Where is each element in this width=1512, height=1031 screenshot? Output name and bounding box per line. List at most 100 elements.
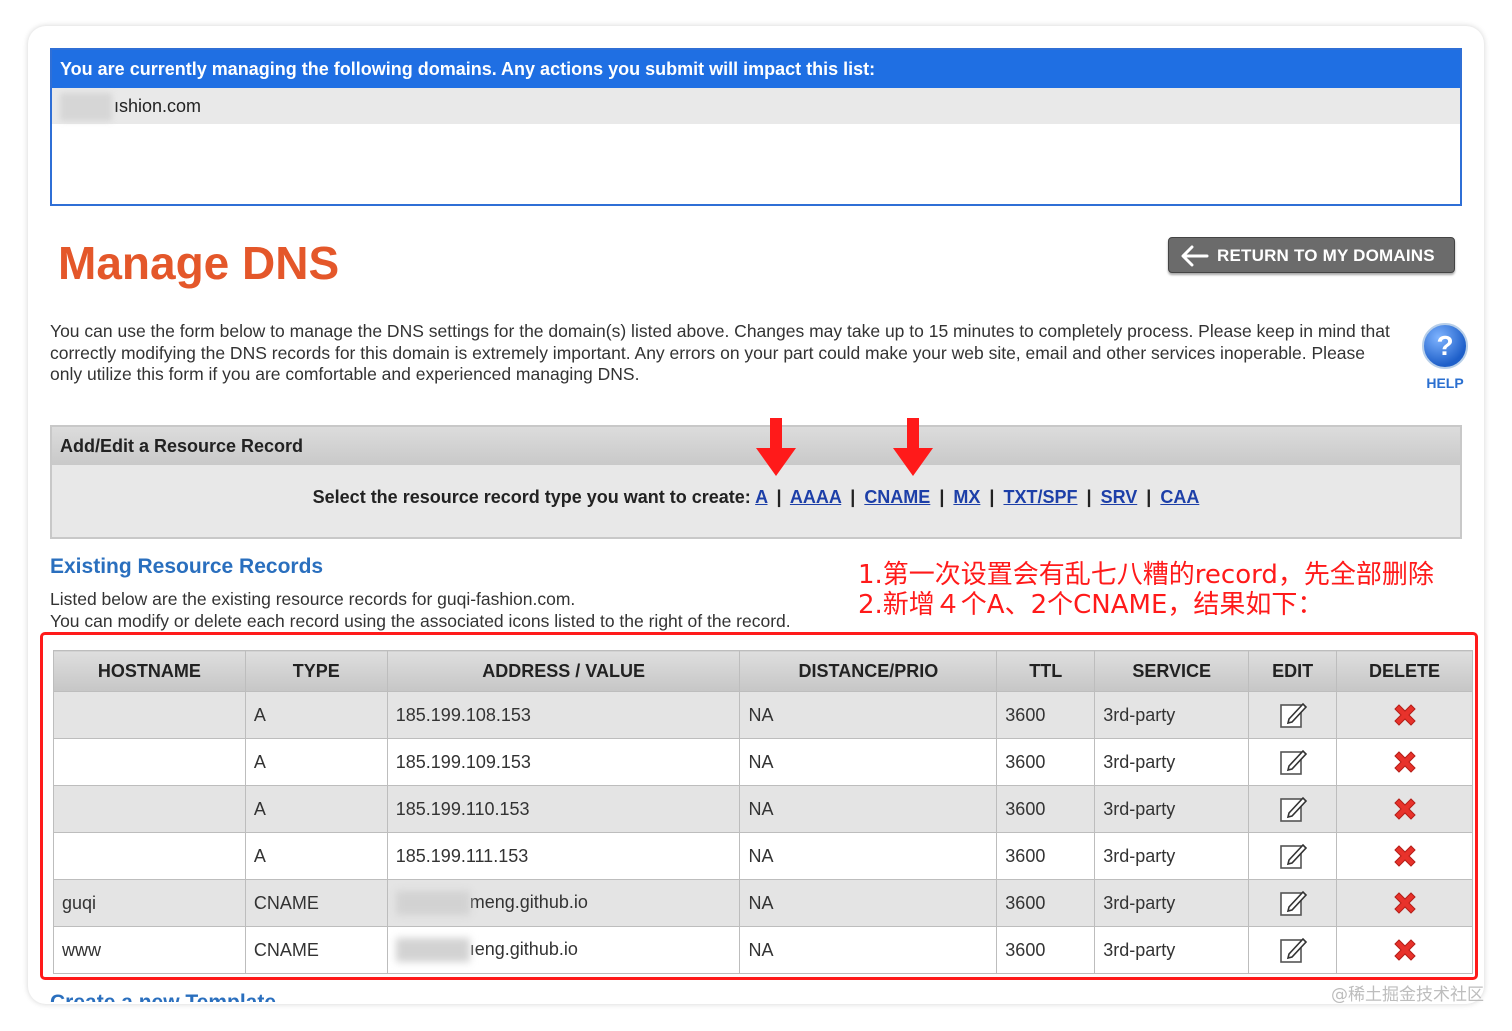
- hostname-cell: [53, 785, 246, 833]
- record-type-link-txt-spf[interactable]: TXT/SPF: [1003, 487, 1077, 507]
- hostname-cell: [53, 691, 246, 739]
- redacted-blur: [60, 93, 112, 122]
- record-type-link-aaaa[interactable]: AAAA: [790, 487, 841, 507]
- annotation-note: 1.第一次设置会有乱七八糟的record，先全部删除 2.新增４个A、2个CNA…: [858, 560, 1434, 620]
- prio-cell: NA: [739, 926, 998, 974]
- prio-cell: NA: [739, 738, 998, 786]
- service-cell: 3rd-party: [1094, 785, 1250, 833]
- redacted-blur: [395, 938, 470, 962]
- delete-cell: [1336, 879, 1473, 927]
- column-header-delete: DELETE: [1336, 650, 1473, 692]
- red-arrow-down-icon: [893, 418, 933, 476]
- arrow-left-icon: [1181, 245, 1209, 267]
- service-cell: 3rd-party: [1094, 926, 1250, 974]
- redacted-blur: [395, 891, 470, 915]
- type-cell: A: [244, 691, 388, 739]
- edit-icon[interactable]: [1278, 747, 1308, 777]
- delete-icon[interactable]: [1390, 841, 1420, 871]
- delete-icon[interactable]: [1390, 935, 1420, 965]
- service-cell: 3rd-party: [1094, 691, 1250, 739]
- edit-icon[interactable]: [1278, 935, 1308, 965]
- hostname-cell: [53, 738, 246, 786]
- column-header-address: ADDRESS / VALUE: [386, 650, 741, 692]
- delete-icon[interactable]: [1390, 700, 1420, 730]
- table-header-row: HOSTNAME TYPE ADDRESS / VALUE DISTANCE/P…: [53, 650, 1473, 692]
- record-type-prompt: Select the resource record type you want…: [312, 487, 751, 507]
- records-table-body: A 185.199.108.153 NA 3600 3rd-party A 185.199.…: [53, 691, 1473, 974]
- delete-cell: [1336, 691, 1473, 739]
- help-label: HELP: [1426, 375, 1464, 391]
- type-cell: CNAME: [244, 879, 388, 927]
- value-cell: meng.github.io: [386, 879, 741, 927]
- red-arrow-down-icon: [756, 418, 796, 476]
- table-row: A 185.199.109.153 NA 3600 3rd-party: [53, 738, 1473, 786]
- record-type-link-mx[interactable]: MX: [953, 487, 980, 507]
- table-row: A 185.199.111.153 NA 3600 3rd-party: [53, 832, 1473, 880]
- hostname-cell: [53, 832, 246, 880]
- delete-cell: [1336, 785, 1473, 833]
- annotation-line-1: 1.第一次设置会有乱七八糟的record，先全部删除: [858, 560, 1434, 590]
- value-text: 185.199.111.153: [395, 845, 529, 866]
- service-cell: 3rd-party: [1094, 879, 1250, 927]
- delete-cell: [1336, 832, 1473, 880]
- existing-records-title: Existing Resource Records: [50, 555, 324, 578]
- delete-cell: [1336, 926, 1473, 974]
- help-button[interactable]: ? HELP: [1420, 323, 1470, 393]
- type-cell: A: [244, 832, 388, 880]
- value-cell: 185.199.110.153: [386, 785, 741, 833]
- ttl-cell: 3600: [996, 738, 1096, 786]
- value-cell: 185.199.111.153: [386, 832, 741, 880]
- edit-icon[interactable]: [1278, 888, 1308, 918]
- value-text: ıeng.github.io: [469, 938, 578, 959]
- return-to-my-domains-button[interactable]: RETURN TO MY DOMAINS: [1168, 237, 1455, 273]
- existing-records-line-1: Listed below are the existing resource r…: [50, 589, 576, 609]
- edit-cell: [1248, 879, 1338, 927]
- existing-records-line-2: You can modify or delete each record usi…: [50, 610, 791, 631]
- intro-text: You can use the form below to manage the…: [50, 321, 1390, 384]
- column-header-distance: DISTANCE/PRIO: [739, 650, 998, 692]
- value-cell: ıeng.github.io: [386, 926, 741, 974]
- managed-domains-header: You are currently managing the following…: [52, 50, 1460, 88]
- record-type-link-cname[interactable]: CNAME: [864, 487, 930, 507]
- delete-icon[interactable]: [1390, 888, 1420, 918]
- annotation-line-2: 2.新增４个A、2个CNAME，结果如下：: [858, 590, 1324, 620]
- value-cell: 185.199.109.153: [386, 738, 741, 786]
- return-button-label: RETURN TO MY DOMAINS: [1217, 246, 1435, 265]
- value-text: 185.199.109.153: [395, 751, 531, 772]
- table-row: guqi CNAME meng.github.io NA 3600 3rd-party: [53, 879, 1473, 927]
- help-question-icon: ?: [1422, 323, 1468, 369]
- page-title: Manage DNS: [58, 237, 340, 289]
- delete-cell: [1336, 738, 1473, 786]
- edit-icon[interactable]: [1278, 700, 1308, 730]
- record-type-link-srv[interactable]: SRV: [1101, 487, 1138, 507]
- edit-icon[interactable]: [1278, 841, 1308, 871]
- record-type-link-caa[interactable]: CAA: [1160, 487, 1199, 507]
- edit-icon[interactable]: [1278, 794, 1308, 824]
- browser-frame: You are currently managing the following…: [28, 26, 1484, 1004]
- column-header-hostname: HOSTNAME: [53, 650, 246, 692]
- column-header-type: TYPE: [244, 650, 388, 692]
- create-template-link[interactable]: Create a new Template: [50, 990, 276, 1002]
- delete-icon[interactable]: [1390, 794, 1420, 824]
- record-type-link-a[interactable]: A: [755, 487, 767, 507]
- table-row: www CNAME ıeng.github.io NA 3600 3rd-party: [53, 926, 1473, 974]
- delete-icon[interactable]: [1390, 747, 1420, 777]
- ttl-cell: 3600: [996, 879, 1096, 927]
- ttl-cell: 3600: [996, 691, 1096, 739]
- type-cell: CNAME: [244, 926, 388, 974]
- service-cell: 3rd-party: [1094, 832, 1250, 880]
- records-table: HOSTNAME TYPE ADDRESS / VALUE DISTANCE/P…: [53, 650, 1473, 974]
- prio-cell: NA: [739, 832, 998, 880]
- ttl-cell: 3600: [996, 832, 1096, 880]
- managed-domain-row: ıshion.com: [52, 88, 1460, 124]
- managed-domain-name: ıshion.com: [114, 96, 202, 116]
- service-cell: 3rd-party: [1094, 738, 1250, 786]
- edit-cell: [1248, 926, 1338, 974]
- managed-domains-box: You are currently managing the following…: [50, 48, 1462, 206]
- table-row: A 185.199.110.153 NA 3600 3rd-party: [53, 785, 1473, 833]
- edit-cell: [1248, 832, 1338, 880]
- value-cell: 185.199.108.153: [386, 691, 741, 739]
- type-cell: A: [244, 738, 388, 786]
- prio-cell: NA: [739, 879, 998, 927]
- table-row: A 185.199.108.153 NA 3600 3rd-party: [53, 691, 1473, 739]
